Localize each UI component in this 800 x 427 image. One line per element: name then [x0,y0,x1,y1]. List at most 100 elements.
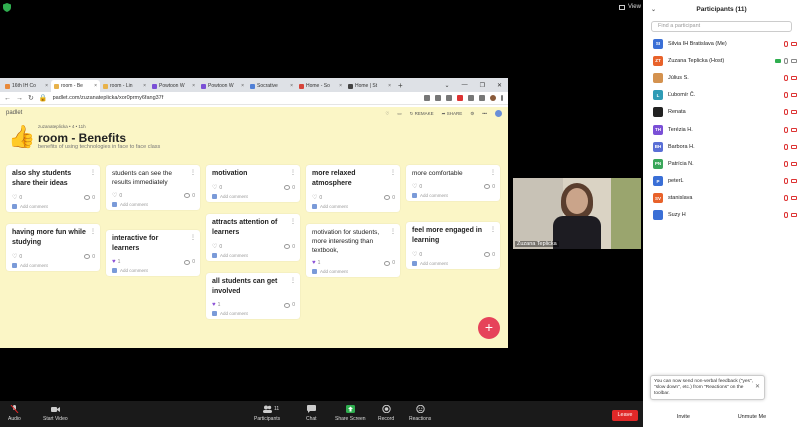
minimize-icon[interactable]: — [462,82,468,88]
padlet-post-card[interactable]: interactive for learners ⋮ ♥ 1 0 Add comment [106,230,200,276]
post-options-icon[interactable]: ⋮ [190,169,196,176]
add-comment-field[interactable]: Add comment [312,269,395,274]
close-tab-icon[interactable]: × [45,83,48,89]
padlet-post-card[interactable]: more relaxed atmosphere ⋮ ♡ 0 0 Add comment [306,165,400,212]
padlet-post-card[interactable]: motivation ⋮ ♡ 0 0 Add comment [206,165,300,202]
close-tab-icon[interactable]: × [192,83,195,89]
heart-icon[interactable]: ♡ [212,243,217,250]
reload-icon[interactable]: ↻ [28,94,34,102]
post-options-icon[interactable]: ⋮ [390,169,396,176]
participant-row[interactable]: BH Barbora H. [643,138,800,155]
invite-button[interactable]: Invite [672,412,695,422]
maximize-icon[interactable]: ❐ [480,82,485,89]
padlet-post-card[interactable]: students can see the results immediately… [106,165,200,210]
puzzle-icon[interactable] [468,95,474,101]
profile-avatar[interactable] [490,95,496,101]
video-tile[interactable]: Zuzana Teplicka [513,178,641,249]
add-comment-field[interactable]: Add comment [112,268,195,273]
extension-icon[interactable] [457,95,463,101]
padlet-post-card[interactable]: having more fun while studying ⋮ ♡ 0 0 Add co… [6,224,100,271]
browser-tab[interactable]: Home - So × [296,80,345,92]
heart-icon[interactable]: ♡ [212,184,217,191]
audio-button[interactable]: Audio [8,405,21,422]
post-options-icon[interactable]: ⋮ [290,277,296,284]
share-icon[interactable] [435,95,441,101]
start-video-button[interactable]: Start Video [43,405,68,422]
add-comment-field[interactable]: Add comment [212,253,295,258]
back-icon[interactable]: ← [4,95,11,102]
post-options-icon[interactable]: ⋮ [290,169,296,176]
add-comment-field[interactable]: Add comment [212,311,295,316]
browser-tab[interactable]: Home | St × [345,80,394,92]
heart-icon[interactable]: ♥ [312,260,316,266]
padlet-logo[interactable]: padlet [6,110,22,116]
browser-tab[interactable]: 16th IH Co × [2,80,51,92]
participant-row[interactable]: TH Terézia H. [643,121,800,138]
post-options-icon[interactable]: ⋮ [490,226,496,233]
add-comment-field[interactable]: Add comment [312,204,395,209]
participant-row[interactable]: PpeterL [643,173,800,190]
star-icon[interactable] [446,95,452,101]
settings-icon[interactable]: ⚙ [470,111,474,117]
participant-row[interactable]: SV stanislava [643,190,800,207]
participant-row[interactable]: SI Silvia IH Bratislava (Me) [643,35,800,52]
menu-icon[interactable] [501,95,503,101]
close-tab-icon[interactable]: × [143,83,146,89]
post-options-icon[interactable]: ⋮ [190,234,196,241]
participant-row[interactable]: Suzy H [643,207,800,224]
participant-row[interactable]: Július S. [643,69,800,86]
padlet-post-card[interactable]: feel more engaged in learning ⋮ ♡ 0 0 Add com… [406,222,500,269]
close-tab-icon[interactable]: × [94,83,97,89]
close-icon[interactable]: ✕ [497,82,502,89]
browser-tab[interactable]: Powtoon W × [198,80,247,92]
heart-icon[interactable]: ♡ [385,111,389,117]
add-comment-field[interactable]: Add comment [12,204,95,209]
add-comment-field[interactable]: Add comment [112,202,195,207]
user-avatar[interactable] [495,110,502,117]
padlet-post-card[interactable]: all students can get involved ⋮ ♥ 1 0 Add com… [206,273,300,319]
post-options-icon[interactable]: ⋮ [90,169,96,176]
padlet-post-card[interactable]: more comfortable ⋮ ♡ 0 0 Add comment [406,165,500,201]
close-tab-icon[interactable]: × [339,83,342,89]
padlet-post-card[interactable]: attracts attention of learners ⋮ ♡ 0 0 Add co… [206,214,300,261]
chat-button[interactable]: Chat [306,405,317,422]
add-post-button[interactable]: + [478,317,500,339]
participant-row[interactable]: PN Patrícia N. [643,155,800,172]
heart-icon[interactable]: ♡ [412,251,417,258]
heart-icon[interactable]: ♡ [112,192,117,199]
participant-search-input[interactable]: Find a participant [651,21,792,32]
add-comment-field[interactable]: Add comment [12,263,95,268]
heart-icon[interactable]: ♡ [12,194,17,201]
view-button[interactable]: View [619,4,641,10]
comment-icon[interactable]: ▭ [397,111,401,117]
forward-icon[interactable]: → [16,95,23,102]
heart-icon[interactable]: ♥ [112,259,116,265]
post-options-icon[interactable]: ⋮ [90,228,96,235]
post-options-icon[interactable]: ⋮ [490,169,496,176]
close-tab-icon[interactable]: × [388,83,391,89]
more-icon[interactable]: ••• [482,111,487,116]
heart-icon[interactable]: ♥ [212,302,216,308]
add-comment-field[interactable]: Add comment [212,194,295,199]
record-button[interactable]: Record [378,405,394,422]
padlet-post-card[interactable]: also shy students share their ideas ⋮ ♡ 0 0 A… [6,165,100,212]
screen-icon[interactable] [424,95,430,101]
participant-row[interactable]: L Ľubomír Č. [643,87,800,104]
chevron-down-icon[interactable]: ⌄ [651,6,656,13]
url-field[interactable]: padlet.com/zuzanateplicka/xor0prmy6fang3… [53,95,164,101]
remake-button[interactable]: ↻ REMAKE [410,111,434,117]
browser-tab[interactable]: Socrative × [247,80,296,92]
post-options-icon[interactable]: ⋮ [390,228,396,235]
padlet-post-card[interactable]: motivation for students, more interestin… [306,224,400,277]
unmute-me-button[interactable]: Unmute Me [733,412,771,422]
close-icon[interactable]: ✕ [755,384,760,390]
new-tab-button[interactable]: + [394,80,407,92]
close-tab-icon[interactable]: × [290,83,293,89]
leave-button[interactable]: Leave [612,410,638,421]
share-button[interactable]: ➦ SHARE [442,111,463,117]
participant-row[interactable]: ZT Zuzana Teplicka (Host) [643,52,800,69]
participant-row[interactable]: Renata [643,104,800,121]
add-comment-field[interactable]: Add comment [412,193,495,198]
reactions-button[interactable]: Reactions [409,405,431,422]
browser-tab[interactable]: room - Be × [51,80,100,92]
